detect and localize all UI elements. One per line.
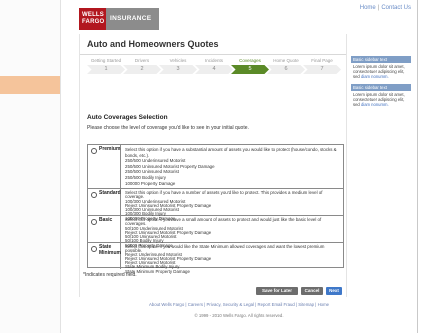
option-line: State Minimum Property Damage (125, 268, 190, 274)
step-number: 2 (123, 65, 161, 74)
footer-link-home[interactable]: Home (318, 302, 329, 307)
step-label: Final Page (311, 58, 333, 63)
basic-radio[interactable] (91, 219, 97, 225)
brand-header: WELLS FARGO INSURANCE Home | Contact Us (61, 0, 417, 32)
option-line: Select this option if you have a substan… (125, 147, 337, 152)
option-name: Basic (99, 217, 113, 223)
wells-fargo-logo[interactable]: WELLS FARGO INSURANCE (79, 8, 159, 30)
sidebar-box-heading: Basic sidebar text (351, 84, 411, 91)
state-minimum-radio[interactable] (91, 246, 97, 252)
option-state-minimum[interactable]: State Minimum Select this option if you … (88, 243, 343, 273)
main-content: Auto and Homeowners Quotes Getting Start… (79, 34, 347, 297)
radio-cell: Standard (88, 189, 121, 215)
radio-cell: Premium (88, 145, 121, 188)
radio-cell: State Minimum (88, 243, 121, 269)
premium-radio[interactable] (91, 148, 97, 154)
step-getting-started: Getting Started 1 (87, 58, 125, 78)
footer-link-report-fraud[interactable]: Report Email Fraud (258, 302, 295, 307)
page-backdrop (0, 0, 60, 333)
step-final-page: Final Page 7 (303, 58, 341, 78)
accent-bar (0, 76, 60, 94)
step-label: Drivers (134, 58, 150, 63)
step-number: 5 (231, 65, 269, 74)
step-number: 6 (267, 65, 305, 74)
option-name: Standard (99, 190, 121, 196)
option-line: 100000 Property Damage (125, 180, 176, 186)
radio-cell: Basic (88, 216, 121, 242)
coverage-options-table: Premium Select this option if you have a… (87, 144, 344, 273)
sidebar-box-link[interactable]: diam nonumm. (361, 74, 389, 79)
option-description: Select this option if you would like the… (125, 244, 339, 274)
required-field-note: *Indicates required field. (83, 272, 137, 278)
option-premium[interactable]: Premium Select this option if you have a… (88, 145, 343, 189)
step-label: Home Quote (273, 58, 299, 63)
sidebar-box: Basic sidebar text Lorem ipsum dolor sit… (351, 56, 411, 81)
sidebar-box: Basic sidebar text Lorem ipsum dolor sit… (351, 84, 411, 109)
sidebar-box-body: Lorem ipsum dolor sit amet, consectetuer… (351, 63, 411, 81)
option-name: Premium (99, 146, 121, 152)
top-links: Home | Contact Us (360, 5, 411, 11)
next-button[interactable]: Next (326, 287, 342, 295)
standard-radio[interactable] (91, 192, 97, 198)
footer-link-careers[interactable]: Careers (188, 302, 203, 307)
step-coverages: Coverages 5 (231, 58, 269, 78)
progress-steps: Getting Started 1 Drivers 2 Vehicles 3 I… (87, 58, 341, 78)
step-label: Getting Started (90, 58, 122, 63)
step-home-quote: Home Quote 6 (267, 58, 305, 78)
sidebar-box-heading: Basic sidebar text (351, 56, 411, 63)
cancel-button[interactable]: Cancel (301, 287, 323, 295)
option-standard[interactable]: Standard Select this option if you have … (88, 189, 343, 221)
logo-text-bottom: FARGO (82, 19, 105, 25)
step-number: 1 (87, 65, 125, 74)
step-number: 4 (195, 65, 233, 74)
logo-insurance-block: INSURANCE (106, 8, 159, 30)
step-label: Coverages (239, 58, 261, 63)
page-shell: WELLS FARGO INSURANCE Home | Contact Us Au… (60, 0, 418, 333)
save-for-later-button[interactable]: Save for Later (256, 287, 298, 295)
home-link[interactable]: Home (360, 5, 376, 11)
step-drivers: Drivers 2 (123, 58, 161, 78)
top-links-separator: | (377, 5, 380, 11)
intro-text: Please choose the level of coverage you'… (87, 125, 249, 131)
step-incidents: Incidents 4 (195, 58, 233, 78)
sidebar-box-body: Lorem ipsum dolor sit amet, consectetuer… (351, 91, 411, 109)
footer-link-sitemap[interactable]: Sitemap (298, 302, 314, 307)
footer-links: About Wells Fargo | Careers | Privacy, S… (148, 302, 330, 307)
logo-red-block: WELLS FARGO (79, 8, 106, 30)
step-number: 3 (159, 65, 197, 74)
sidebar-box-link[interactable]: diam nonumm. (361, 102, 389, 107)
step-label: Incidents (204, 58, 223, 63)
logo-text-top: WELLS (82, 12, 104, 18)
footer-link-privacy[interactable]: Privacy, Security & Legal (207, 302, 254, 307)
form-buttons: Save for Later Cancel Next (80, 287, 346, 297)
step-label: Vehicles (169, 58, 187, 63)
copyright: © 1999 - 2010 Wells Fargo. All rights re… (194, 313, 284, 318)
page-title: Auto and Homeowners Quotes (87, 39, 219, 49)
step-number: 7 (303, 65, 341, 74)
contact-us-link[interactable]: Contact Us (381, 5, 411, 11)
option-name: State Minimum (99, 244, 121, 256)
option-basic[interactable]: Basic Select this option if you have a s… (88, 216, 343, 248)
footer-link-about[interactable]: About Wells Fargo (149, 302, 184, 307)
page-footer: About Wells Fargo | Careers | Privacy, S… (61, 302, 417, 318)
sidebar: Basic sidebar text Lorem ipsum dolor sit… (351, 56, 411, 112)
option-description: Select this option if you have a substan… (125, 147, 339, 186)
step-vehicles: Vehicles 3 (159, 58, 197, 78)
title-divider (80, 54, 346, 55)
section-title: Auto Coverages Selection (87, 114, 168, 121)
